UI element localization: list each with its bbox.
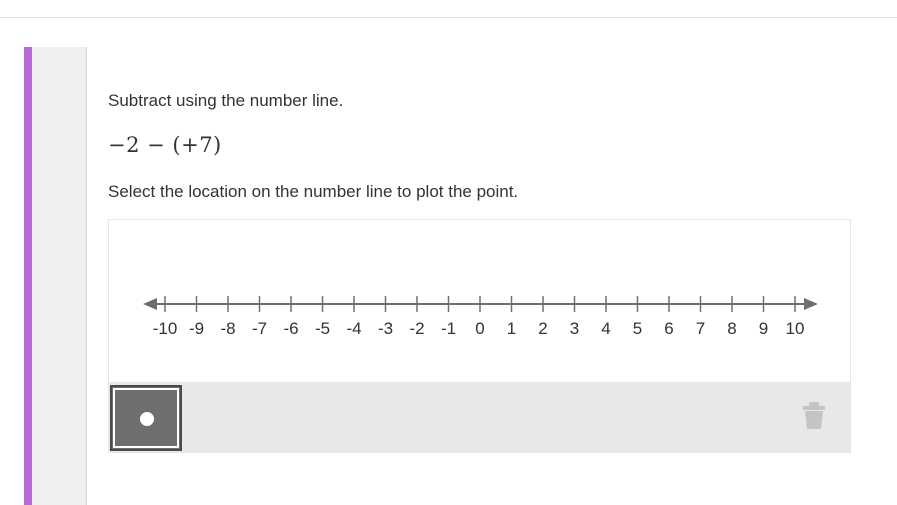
axis-arrow-left (143, 298, 157, 310)
axis-arrow-right (804, 298, 818, 310)
point-dot-icon (140, 412, 154, 426)
tick-label: 10 (786, 319, 805, 338)
question-gutter (32, 47, 87, 505)
tick-label: 9 (759, 319, 768, 338)
trash-icon (803, 402, 825, 429)
question-instruction: Select the location on the number line t… (108, 182, 519, 201)
tick-label: 0 (475, 319, 484, 338)
number-line-plot-area[interactable]: -10 -9 -8 -7 -6 -5 -4 -3 -2 -1 0 1 2 3 4 5 6 7 8 9 10 (109, 220, 850, 382)
tick-label: 6 (664, 319, 673, 338)
tick-label: -5 (315, 319, 330, 338)
header-divider (0, 17, 897, 18)
tick-label: -3 (378, 319, 393, 338)
tick-label: -2 (409, 319, 424, 338)
tick-label: -8 (220, 319, 235, 338)
tick-label: 3 (570, 319, 579, 338)
tick-label: 1 (507, 319, 516, 338)
question-accent-bar (24, 47, 32, 505)
delete-button[interactable] (802, 402, 826, 430)
tick-label: -9 (189, 319, 204, 338)
point-tool-button[interactable] (110, 385, 182, 451)
tick-label: -6 (283, 319, 298, 338)
tick-label: -4 (346, 319, 361, 338)
number-line-graph: -10 -9 -8 -7 -6 -5 -4 -3 -2 -1 0 1 2 3 4 5 6 7 8 9 10 (108, 219, 851, 453)
number-line-svg[interactable]: -10 -9 -8 -7 -6 -5 -4 -3 -2 -1 0 1 2 3 4 5 6 7 8 9 10 (109, 220, 850, 382)
tick-labels: -10 -9 -8 -7 -6 -5 -4 -3 -2 -1 0 1 2 3 4 5 6 7 8 9 10 (153, 319, 805, 338)
graph-toolbar (109, 382, 850, 452)
tick-label: -10 (153, 319, 178, 338)
tick-label: 7 (696, 319, 705, 338)
question-prompt: Subtract using the number line. (108, 91, 344, 110)
tick-label: -1 (441, 319, 456, 338)
tick-label: 5 (633, 319, 642, 338)
math-expression: −2 − (+7) (108, 133, 222, 157)
tick-label: 4 (601, 319, 610, 338)
tick-marks (164, 296, 796, 312)
tick-label: -7 (252, 319, 267, 338)
tick-label: 8 (727, 319, 736, 338)
tick-label: 2 (538, 319, 547, 338)
